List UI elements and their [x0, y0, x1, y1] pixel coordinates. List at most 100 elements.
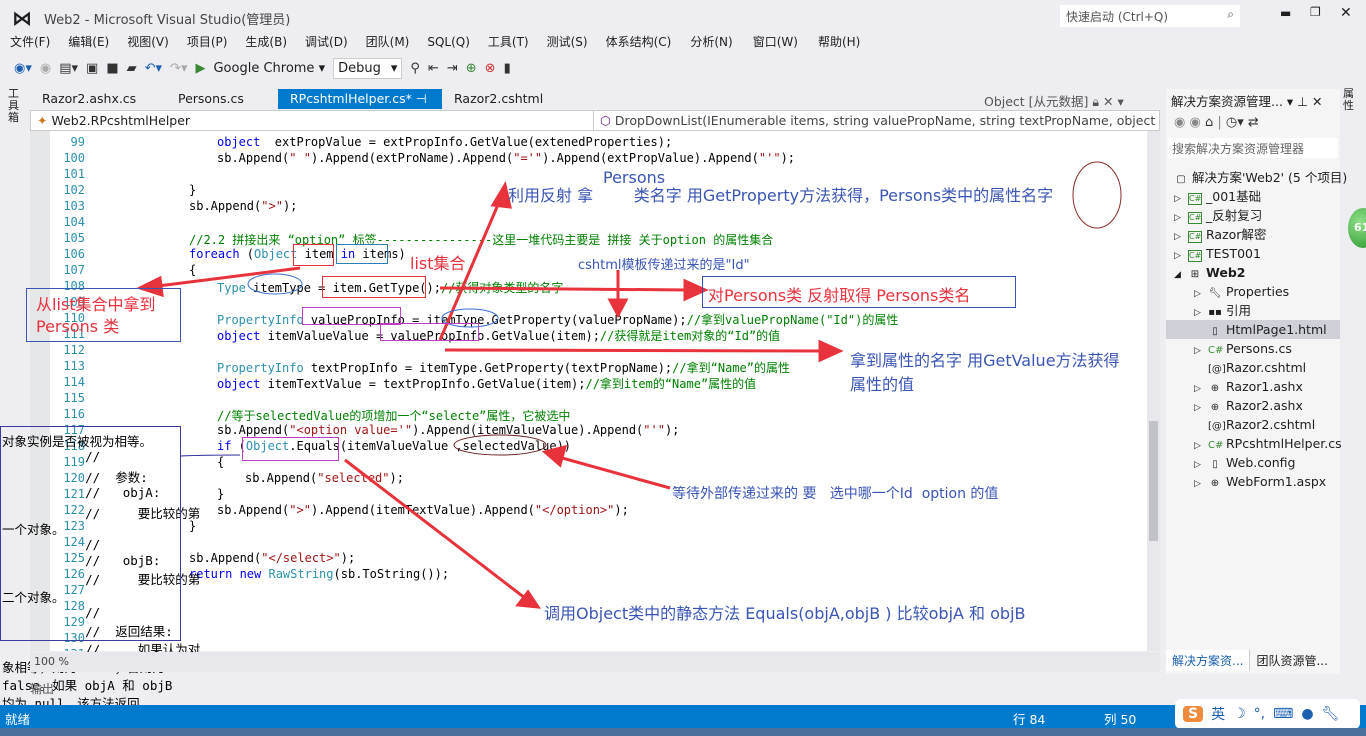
- tree-item-label: Properties: [1226, 284, 1290, 299]
- tree-item-label: WebForm1.aspx: [1226, 474, 1327, 489]
- sogou-logo-icon: S: [1183, 706, 1204, 722]
- csharp-project-icon: C#: [1188, 250, 1202, 262]
- solution-search-input[interactable]: 搜索解决方案资源管理器: [1168, 138, 1338, 158]
- solution-explorer-header: 解决方案资源管理... ▾ ⊥ ✕: [1171, 91, 1323, 110]
- editor-bottom-bar: 100 %: [30, 652, 1160, 672]
- hand-drawn-line: [179, 454, 241, 457]
- tree-item[interactable]: ▷ ▯ Web.config: [1166, 453, 1340, 472]
- tab-solution-explorer[interactable]: 解决方案资...: [1166, 650, 1250, 671]
- annotation-get-value: 拿到属性的名字 用GetValue方法获得 属性的值: [850, 351, 1120, 394]
- forward-icon[interactable]: ◉: [1189, 115, 1200, 130]
- highlight-valuepropinfo-2: [380, 323, 479, 341]
- highlight-gettype: [322, 276, 426, 298]
- annotation-arrows: [136, 161, 1122, 609]
- arrow-to-equals: [344, 458, 526, 600]
- tree-item-label: RPcshtmlHelper.cs: [1226, 436, 1342, 451]
- tree-item[interactable]: ▷ ⊕ WebForm1.aspx: [1166, 472, 1340, 491]
- tree-item-label: Web2: [1206, 265, 1246, 280]
- tree-item[interactable]: ▷ ▪▪ 引用: [1166, 301, 1340, 320]
- tree-item[interactable]: ▷ ⊕ Razor2.ashx: [1166, 396, 1340, 415]
- highlight-items: [336, 244, 388, 264]
- circle-annotation: [453, 434, 547, 456]
- tree-item-label: 引用: [1226, 303, 1252, 318]
- wrench-icon[interactable]: 🔧︎: [1322, 706, 1340, 722]
- status-bar: 就绪 行 84 列 50 S 英 ☽ °, ⌨ ● 🔧︎: [0, 699, 1366, 729]
- tree-item[interactable]: [@]Razor.cshtml: [1166, 358, 1340, 377]
- status-line: 行 84: [1013, 712, 1046, 727]
- csharp-project-icon: C#: [1188, 193, 1202, 205]
- tree-item[interactable]: [@]Razor2.cshtml: [1166, 415, 1340, 434]
- tree-item-label: _反射复习: [1206, 208, 1263, 223]
- expand-icon[interactable]: ▷: [1194, 475, 1208, 494]
- arrow-to-get-value: [444, 348, 826, 353]
- csharp-project-icon: C#: [1188, 231, 1202, 243]
- se-bottom-tabs: 解决方案资... 团队资源管...: [1166, 650, 1334, 671]
- dropdown-icon[interactable]: ▾: [1287, 94, 1293, 109]
- annotation-equals: 调用Object类中的静态方法 Equals(objA,objB ) 比较obj…: [544, 604, 1026, 623]
- tree-item[interactable]: ◢ ⊞ Web2: [1166, 263, 1340, 282]
- tree-item-label: TEST001: [1206, 246, 1261, 261]
- annotation-wait-selected: 等待外部传递过来的 要 选中哪一个Id option 的值: [672, 486, 999, 502]
- punctuation-icon[interactable]: °,: [1254, 706, 1265, 722]
- aspx-file-icon: ⊕: [1210, 478, 1220, 489]
- tree-item[interactable]: ▢ 解决方案'Web2' (5 个项目): [1166, 168, 1347, 187]
- pin-icon[interactable]: ⊥: [1297, 94, 1308, 109]
- back-icon[interactable]: ◉: [1174, 115, 1185, 130]
- history-icon[interactable]: ◷▾: [1226, 115, 1244, 130]
- tree-item[interactable]: ▷ 🔧︎ Properties: [1166, 282, 1340, 301]
- tree-item-label: Razor2.cshtml: [1226, 417, 1316, 432]
- tree-item[interactable]: ▷ C# TEST001: [1166, 244, 1340, 263]
- tree-item[interactable]: ▷ C# Persons.cs: [1166, 339, 1340, 358]
- tree-item[interactable]: ▷ C# _反射复习: [1166, 206, 1340, 225]
- tree-item-label: Razor1.ashx: [1226, 379, 1303, 394]
- tree-item-label: Razor2.ashx: [1226, 398, 1303, 413]
- user-icon[interactable]: ●: [1301, 706, 1313, 722]
- home-icon[interactable]: ⌂: [1205, 115, 1213, 130]
- arrowhead: [607, 298, 629, 319]
- tab-team-explorer[interactable]: 团队资源管...: [1249, 650, 1333, 671]
- tree-item-label: 解决方案'Web2' (5 个项目): [1192, 170, 1348, 185]
- tree-item-label: Razor.cshtml: [1226, 360, 1307, 375]
- csharp-project-icon: C#: [1188, 212, 1202, 224]
- close-panel-icon[interactable]: ✕: [1312, 94, 1322, 109]
- taskbar: [0, 728, 1366, 736]
- arrowhead: [541, 444, 568, 468]
- arrowhead: [818, 339, 844, 363]
- highlight-object-equals: [242, 437, 339, 461]
- tree-item-label: HtmlPage1.html: [1226, 322, 1327, 337]
- tree-item-label: Razor解密: [1206, 227, 1267, 242]
- annotation-persons-overlay: Persons: [603, 168, 666, 187]
- search-placeholder: 搜索解决方案资源管理器: [1172, 142, 1305, 156]
- panel-title: 解决方案资源管理...: [1171, 94, 1283, 109]
- arrow-to-reflect-name: [439, 286, 691, 292]
- status-col: 列 50: [1104, 712, 1137, 727]
- se-toolbar: ◉ ◉ ⌂ | ◷▾ ⇄: [1174, 115, 1259, 130]
- ime-mode[interactable]: 英: [1211, 704, 1225, 724]
- tree-item-label: Persons.cs: [1226, 341, 1292, 356]
- output-tab[interactable]: 输出: [30, 680, 54, 697]
- annotation-list-set: list集合: [410, 254, 466, 273]
- status-ready: 就绪: [5, 712, 31, 727]
- ime-toolbar[interactable]: S 英 ☽ °, ⌨ ● 🔧︎: [1175, 699, 1360, 729]
- annotation-reflect-name: 对Persons类 反射取得 Persons类名: [708, 286, 971, 305]
- annotation-reflect: 利用反射 拿 类名字 用GetProperty方法获得，Persons类中的属性…: [508, 186, 1054, 205]
- tree-item-label: _001基础: [1206, 189, 1262, 204]
- solution-explorer: 解决方案资源管理... ▾ ⊥ ✕ ◉ ◉ ⌂ | ◷▾ ⇄ 搜索解决方案资源管…: [1166, 89, 1347, 674]
- tree-item[interactable]: ▷ ⊕ Razor1.ashx: [1166, 377, 1340, 396]
- tree-item[interactable]: ▷ C# Razor解密: [1166, 225, 1340, 244]
- tree-item[interactable]: ▷ C# _001基础: [1166, 187, 1340, 206]
- keyboard-icon[interactable]: ⌨: [1273, 706, 1293, 722]
- circle-annotation: [1072, 161, 1122, 229]
- annotation-cshtml-id: cshtml模板传递过来的是"Id": [578, 258, 750, 273]
- tree-item[interactable]: ▷ C# RPcshtmlHelper.cs: [1166, 434, 1342, 453]
- tree-item[interactable]: ▯ HtmlPage1.html: [1166, 320, 1340, 339]
- circle-annotation: [247, 273, 303, 295]
- arrow-to-from-list: [149, 266, 301, 289]
- highlight-item: [293, 244, 334, 266]
- sync-icon[interactable]: ⇄: [1248, 115, 1259, 130]
- zoom-level[interactable]: 100 %: [34, 655, 69, 668]
- arrow-to-selected-value: [554, 454, 671, 490]
- moon-icon[interactable]: ☽: [1233, 706, 1246, 722]
- annotation-from-list: 从list集合中拿到 Persons 类: [36, 295, 156, 336]
- tree-item-label: Web.config: [1226, 455, 1296, 470]
